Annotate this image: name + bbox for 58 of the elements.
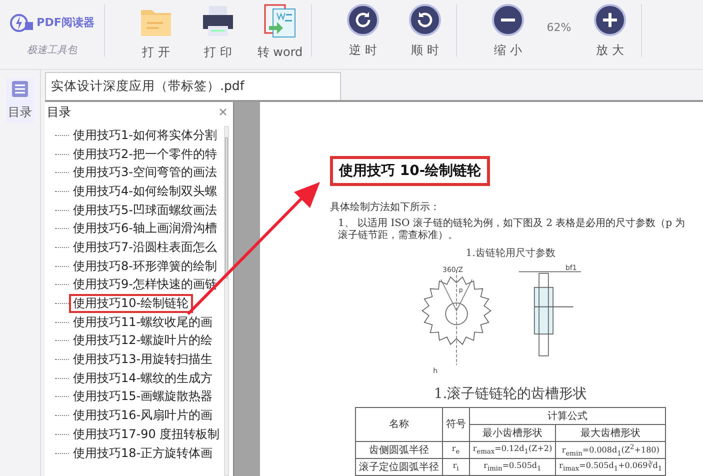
toolbar-button[interactable]: 放 大 <box>579 0 641 69</box>
outline-item[interactable]: 使用技巧16-风扇叶片的画 <box>69 406 217 426</box>
toolbar-button[interactable]: 逆 时 <box>332 0 394 69</box>
plus-icon <box>594 4 626 36</box>
figure-caption: 1.齿链轮用尺寸参数 <box>466 246 556 260</box>
table-cell: r$_{emax}$=0.12d$_{1}$(Z+2) <box>469 441 556 458</box>
step-text: 1、 以适用 ISO 滚子链的链轮为例，如下图及 2 表格是必用的尺寸参数（p 为滚子链节距，需查标准）。 <box>337 218 686 242</box>
word-document-icon <box>263 4 297 38</box>
outline-item[interactable]: 使用技巧3-空间弯管的画法 <box>69 163 221 182</box>
toolbar-button[interactable]: 打 印 <box>187 0 249 69</box>
outline-item[interactable]: 使用技巧15-画螺旋散热器 <box>69 387 217 406</box>
minus-icon <box>492 4 524 36</box>
app-name: PDF阅读器 <box>36 15 94 30</box>
outline-item[interactable]: 使用技巧6-轴上画润滑沟槽 <box>69 219 221 238</box>
zoom-level: 62% <box>546 21 572 34</box>
scrollbar[interactable] <box>224 126 229 476</box>
toolbar-button[interactable]: 转 word <box>249 0 311 69</box>
table-header: 符号 <box>442 407 470 442</box>
table-header: 计算公式 <box>469 407 666 424</box>
outline-item[interactable]: 使用技巧2-把一个零件的特 <box>69 144 221 164</box>
outline-item[interactable]: 使用技巧7-沿圆柱表面怎么 <box>69 238 221 257</box>
outline-item[interactable]: 使用技巧5-凹球面螺纹画法 <box>69 200 221 220</box>
outline-item[interactable]: 使用技巧4-如何绘制双头螺 <box>69 182 221 201</box>
section-title: 使用技巧 10-绘制链轮 <box>330 156 490 186</box>
table-cell: r$_{imin}$=0.505d$_{1}$ <box>469 458 556 476</box>
table-cell: r$_{emin}$=0.008d$_{1}$(Z$^{2}$+180) <box>556 441 666 458</box>
outline-item[interactable]: 使用技巧18-正方旋转体画 <box>69 444 217 463</box>
intro-text: 具体绘制方法如下所示： <box>330 202 440 214</box>
table-cell: r$_{imax}$=0.505d$_{1}$+0.069∛d$_{1}$ <box>556 458 666 476</box>
outline-title: 目录 <box>47 104 71 120</box>
close-icon[interactable] <box>219 108 227 116</box>
toolbar-button[interactable]: 打 开 <box>125 0 187 69</box>
outline-item[interactable]: 使用技巧17-90 度扭转板制 <box>69 424 224 444</box>
table-cell: 滚子定位圆弧半径 <box>355 458 442 476</box>
table-cell: 齿侧圆弧半径 <box>355 441 442 458</box>
outline-item[interactable]: 使用技巧1-如何将实体分割 <box>69 126 221 145</box>
outline-item[interactable]: 使用技巧8-环形弹簧的绘制 <box>69 256 221 276</box>
outline-item[interactable]: 使用技巧14-螺纹的生成方 <box>69 368 217 388</box>
toolbar-button[interactable]: 缩 小 <box>477 0 539 69</box>
table-header: 最大齿槽形状 <box>556 424 666 442</box>
outline-item[interactable]: 使用技巧13-用旋转扫描生 <box>69 350 217 370</box>
table-header: 名称 <box>355 407 442 442</box>
table-caption: 1.滚子链链轮的齿槽形状 <box>434 384 588 403</box>
table-header: 最小齿槽形状 <box>469 424 556 442</box>
table-cell: r$_{e}$ <box>442 441 470 458</box>
list-icon <box>11 80 29 98</box>
outline-item[interactable]: 使用技巧11-螺纹收尾的画 <box>69 312 217 332</box>
toolbar-button[interactable]: 顺 时 <box>394 0 456 69</box>
rotate-left-icon <box>347 4 379 36</box>
outline-item[interactable]: 使用技巧12-螺旋叶片的绘 <box>69 331 217 350</box>
app-subtitle: 极速工具包 <box>27 44 77 56</box>
document-tab[interactable]: 实体设计深度应用（带标签）.pdf <box>45 72 341 100</box>
printer-icon <box>201 4 235 38</box>
outline-sidebar-tab[interactable]: 目录 <box>6 78 34 123</box>
rotate-right-icon <box>409 4 441 36</box>
lightning-logo-icon <box>10 12 34 32</box>
outline-item[interactable]: 使用技巧10-绘制链轮 <box>69 294 193 314</box>
table-cell: r$_{i}$ <box>442 458 470 476</box>
